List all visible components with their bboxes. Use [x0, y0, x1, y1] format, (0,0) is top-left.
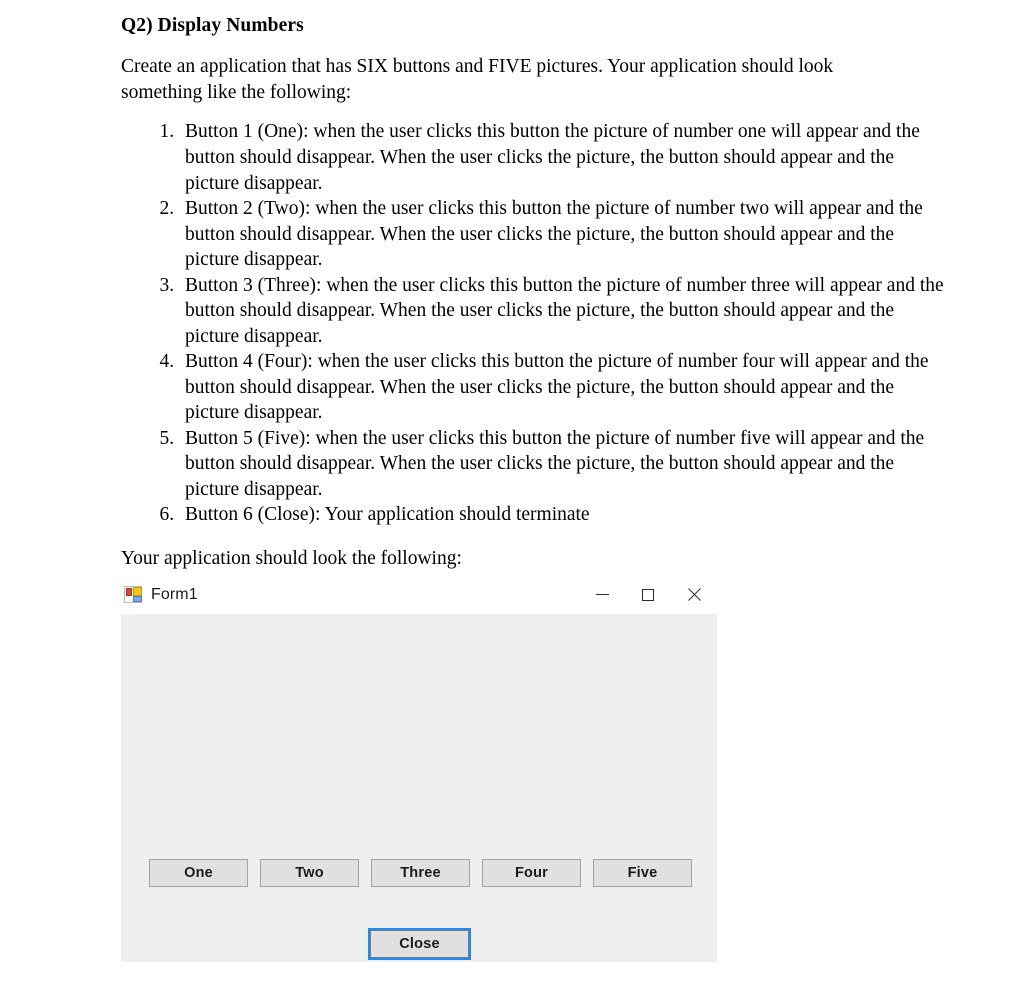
button-five[interactable]: Five: [593, 859, 692, 887]
minimize-button[interactable]: [579, 575, 625, 614]
page-root: Q2) Display Numbers Create an applicatio…: [0, 0, 1024, 981]
list-item: Button 5 (Five): when the user clicks th…: [179, 426, 945, 503]
list-item: Button 3 (Three): when the user clicks t…: [179, 273, 945, 350]
button-one[interactable]: One: [149, 859, 248, 887]
document-content: Q2) Display Numbers Create an applicatio…: [121, 14, 944, 571]
button-two[interactable]: Two: [260, 859, 359, 887]
list-item: Button 4 (Four): when the user clicks th…: [179, 349, 945, 426]
button-three[interactable]: Three: [371, 859, 470, 887]
closing-paragraph: Your application should look the followi…: [121, 547, 462, 569]
list-item: Button 6 (Close): Your application shoul…: [179, 502, 945, 528]
minimize-icon: [595, 594, 609, 595]
winforms-designer-icon: [124, 586, 142, 603]
list-item: Button 2 (Two): when the user clicks thi…: [179, 196, 945, 273]
list-item: Button 1 (One): when the user clicks thi…: [179, 119, 945, 196]
page-title: Q2) Display Numbers: [121, 15, 304, 36]
number-button-row: One Two Three Four Five: [149, 859, 692, 887]
close-button-wrapper: Close: [368, 928, 471, 960]
maximize-button[interactable]: [625, 575, 671, 614]
form-window-screenshot: Form1 One Two Three Four Five Close: [121, 575, 717, 962]
close-button[interactable]: Close: [368, 928, 471, 960]
button-four[interactable]: Four: [482, 859, 581, 887]
requirements-list: Button 1 (One): when the user clicks thi…: [121, 119, 944, 528]
maximize-icon: [642, 588, 654, 601]
form-title-label: Form1: [151, 585, 198, 603]
window-controls: [579, 575, 717, 614]
close-window-button[interactable]: [671, 575, 717, 614]
intro-paragraph: Create an application that has SIX butto…: [121, 56, 834, 103]
form-titlebar: Form1: [121, 575, 717, 614]
close-icon: [687, 588, 701, 602]
form-client-area: One Two Three Four Five Close: [121, 614, 717, 962]
